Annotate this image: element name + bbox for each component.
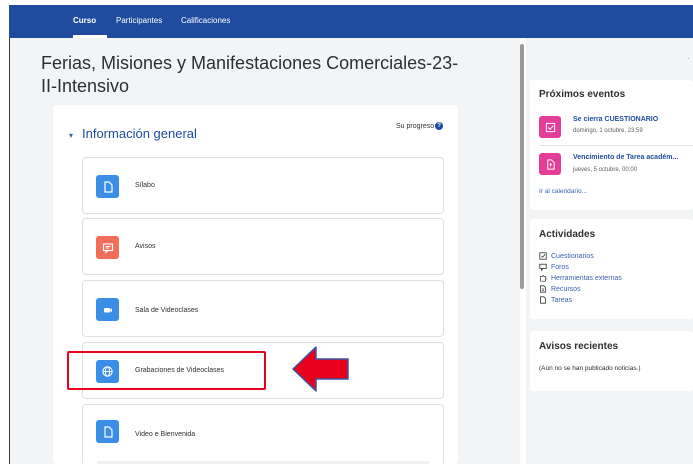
forum-icon [96, 236, 119, 259]
activity-link-label[interactable]: Recursos [551, 286, 581, 293]
activity-link-label[interactable]: Herramientas externas [551, 275, 622, 282]
tab-participantes[interactable]: Participantes [116, 16, 162, 25]
event-title[interactable]: Vencimiento de Tarea académ... [573, 154, 678, 161]
empty-news-text: (Aún no se han publicado noticias.) [539, 365, 641, 372]
section-title[interactable]: Información general [82, 126, 197, 141]
activity-link-cuestionarios[interactable]: Cuestionarios [539, 252, 594, 260]
highlight-box [67, 351, 266, 390]
puzzle-icon [540, 275, 547, 282]
video-icon [96, 298, 119, 321]
activity-sala-videoclases[interactable]: Sala de Videoclases [82, 280, 444, 337]
more-icon[interactable]: · [687, 54, 690, 63]
activity-label[interactable]: Avisos [135, 243, 156, 250]
recent-news-block: Avisos recientes (Aún no se han publicad… [530, 331, 693, 391]
tab-calificaciones[interactable]: Calificaciones [181, 16, 230, 25]
quiz-icon [539, 116, 561, 138]
file-icon [96, 175, 119, 198]
red-arrow-icon [292, 346, 349, 392]
quiz-icon [539, 252, 547, 260]
activity-link-label[interactable]: Tareas [551, 297, 572, 304]
activity-label[interactable]: Video e Bienvenida [135, 431, 195, 438]
activity-avisos[interactable]: Avisos [82, 218, 444, 275]
section-collapse-toggle[interactable]: ▾ [69, 131, 73, 140]
activity-link-herramientas[interactable]: Herramientas externas [539, 274, 622, 282]
event-date: domingo, 1 octubre, 23:59 [573, 128, 643, 134]
activity-link-label[interactable]: Cuestionarios [551, 253, 594, 260]
resource-icon [540, 285, 546, 293]
assignment-icon [539, 153, 561, 175]
page-scrollbar[interactable] [520, 44, 524, 289]
help-icon[interactable]: ? [435, 122, 444, 130]
event-date: jueves, 5 octubre, 00:00 [573, 167, 638, 173]
calendar-link[interactable]: Ir al calendario... [539, 188, 587, 195]
upcoming-events-block: Próximos eventos Se cierra CUESTIONARIO … [530, 80, 693, 210]
activity-video-bienvenida[interactable]: Video e Bienvenida [82, 404, 444, 464]
course-navbar: Curso Participantes Calificaciones [9, 5, 693, 38]
activities-block: Actividades Cuestionarios Foros Herramie… [530, 219, 693, 319]
tab-curso[interactable]: Curso [73, 16, 96, 25]
progress-label: Su progreso? [396, 122, 444, 130]
file-icon [96, 420, 119, 443]
activity-link-label[interactable]: Foros [551, 264, 569, 271]
block-title: Próximos eventos [539, 89, 626, 100]
divider [539, 145, 693, 146]
page-title: Ferias, Misiones y Manifestaciones Comer… [41, 53, 459, 96]
activity-label[interactable]: Sílabo [135, 182, 155, 189]
block-title: Avisos recientes [539, 341, 619, 352]
progress-text: Su progreso [396, 122, 435, 130]
forum-icon [539, 263, 547, 271]
activity-link-foros[interactable]: Foros [539, 263, 569, 271]
activity-link-recursos[interactable]: Recursos [539, 285, 581, 293]
block-title: Actividades [539, 229, 596, 240]
activity-silabo[interactable]: Sílabo [82, 157, 444, 214]
assignment-icon [540, 296, 546, 304]
activity-link-tareas[interactable]: Tareas [539, 296, 572, 304]
activity-label[interactable]: Sala de Videoclases [135, 307, 198, 314]
event-title[interactable]: Se cierra CUESTIONARIO [573, 116, 658, 123]
